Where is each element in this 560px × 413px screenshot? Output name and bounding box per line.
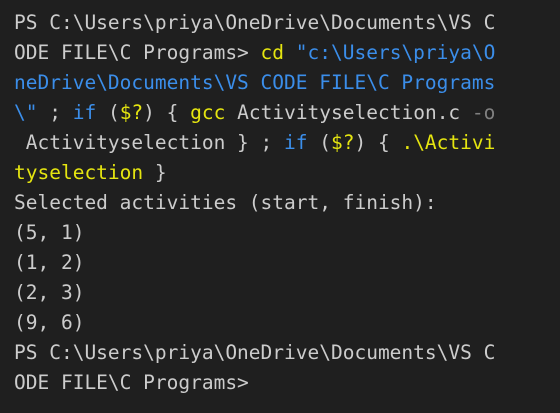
terminal-token-default: ODE FILE\C Programs> bbox=[14, 41, 261, 64]
terminal-line: tyselection } bbox=[14, 158, 560, 188]
terminal-line: (5, 1) bbox=[14, 218, 560, 248]
terminal-line: neDrive\Documents\VS CODE FILE\C Program… bbox=[14, 68, 560, 98]
terminal-token-command: $? bbox=[331, 131, 355, 154]
terminal-line: ODE FILE\C Programs> cd "c:\Users\priya\… bbox=[14, 38, 560, 68]
terminal-line: ODE FILE\C Programs> bbox=[14, 368, 560, 398]
terminal-token-command: $? bbox=[119, 101, 144, 124]
terminal-token-command: gcc bbox=[190, 101, 226, 124]
terminal-token-default: ( bbox=[96, 101, 120, 124]
terminal-token-default: (2, 3) bbox=[14, 281, 85, 304]
terminal-token-keyword: if bbox=[284, 131, 308, 154]
terminal-token-default: Selected activities (start, finish): bbox=[14, 191, 437, 214]
terminal-token-string: neDrive\Documents\VS CODE FILE\C Program… bbox=[14, 71, 496, 94]
terminal-token-command: cd bbox=[260, 41, 285, 64]
terminal-token-default: Activityselection.c bbox=[225, 101, 472, 124]
terminal-line: (9, 6) bbox=[14, 308, 560, 338]
terminal-line: \" ; if ($?) { gcc Activityselection.c -… bbox=[14, 98, 560, 128]
terminal-line: Activityselection } ; if ($?) { .\Activi bbox=[14, 128, 560, 158]
terminal-token-default: PS C:\Users\priya\OneDrive\Documents\VS … bbox=[14, 341, 496, 364]
terminal-panel[interactable]: PS C:\Users\priya\OneDrive\Documents\VS … bbox=[0, 0, 560, 413]
terminal-token-string: "c:\Users\priya\O bbox=[295, 41, 496, 64]
terminal-token-default: (1, 2) bbox=[14, 251, 85, 274]
terminal-token-default: (9, 6) bbox=[14, 311, 85, 334]
terminal-token-default: ) { bbox=[143, 101, 191, 124]
terminal-token-default bbox=[284, 41, 296, 64]
terminal-line: PS C:\Users\priya\OneDrive\Documents\VS … bbox=[14, 338, 560, 368]
terminal-line: (2, 3) bbox=[14, 278, 560, 308]
terminal-token-command: .\Activi bbox=[401, 131, 496, 154]
terminal-token-keyword: if bbox=[72, 101, 97, 124]
terminal-token-param: -o bbox=[471, 101, 496, 124]
terminal-line: PS C:\Users\priya\OneDrive\Documents\VS … bbox=[14, 8, 560, 38]
terminal-token-default: ODE FILE\C Programs> bbox=[14, 371, 249, 394]
terminal-line: (1, 2) bbox=[14, 248, 560, 278]
terminal-token-command: tyselection bbox=[14, 161, 144, 184]
terminal-token-default: PS C:\Users\priya\OneDrive\Documents\VS … bbox=[14, 11, 496, 34]
terminal-token-default: Activityselection } ; bbox=[14, 131, 285, 154]
terminal-token-default: ( bbox=[307, 131, 331, 154]
terminal-token-default: ) { bbox=[354, 131, 402, 154]
terminal-token-default: (5, 1) bbox=[14, 221, 85, 244]
terminal-token-default: ; bbox=[37, 101, 73, 124]
terminal-line: Selected activities (start, finish): bbox=[14, 188, 560, 218]
terminal-token-string: \" bbox=[14, 101, 38, 124]
terminal-token-default: } bbox=[143, 161, 167, 184]
